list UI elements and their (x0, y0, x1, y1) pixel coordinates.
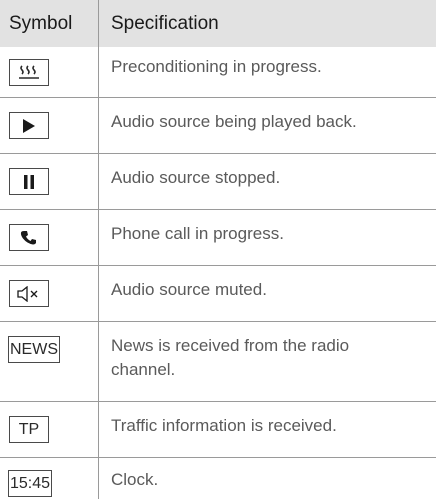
phone-icon (9, 224, 49, 251)
header-symbol: Symbol (9, 13, 73, 34)
table-row: Preconditioning in progress. (0, 47, 436, 98)
pause-icon (9, 168, 49, 195)
clock-symbol-label: 15:45 (9, 474, 51, 492)
row-specification: Traffic information is received. (111, 416, 337, 435)
speaker-muted-icon (9, 280, 49, 307)
play-icon (9, 112, 49, 139)
table-row: 15:45 Clock. (0, 458, 436, 499)
row-specification: Audio source being played back. (111, 112, 357, 131)
row-specification: Preconditioning in progress. (111, 57, 322, 76)
table-row: NEWS News is received from the radio cha… (0, 322, 436, 402)
table-header-row: Symbol Specification (0, 0, 436, 47)
row-specification: Clock. (111, 470, 159, 489)
row-specification: Phone call in progress. (111, 224, 284, 243)
table-row: Audio source muted. (0, 266, 436, 322)
table-row: Audio source being played back. (0, 98, 436, 154)
table-row: TP Traffic information is received. (0, 402, 436, 458)
tp-symbol-label: TP (18, 420, 40, 438)
row-specification: Audio source stopped. (111, 168, 281, 187)
table-row: Audio source stopped. (0, 154, 436, 210)
clock-symbol: 15:45 (8, 470, 52, 497)
tp-symbol: TP (9, 416, 49, 443)
news-symbol: NEWS (8, 336, 60, 363)
row-specification: News is received from the radio channel. (111, 336, 350, 379)
preconditioning-icon (9, 59, 49, 86)
news-symbol-label: NEWS (10, 340, 58, 358)
row-specification: Audio source muted. (111, 280, 267, 299)
header-specification: Specification (111, 13, 219, 34)
table-row: Phone call in progress. (0, 210, 436, 266)
symbol-table: Symbol Specification Preconditioning in … (0, 0, 436, 499)
